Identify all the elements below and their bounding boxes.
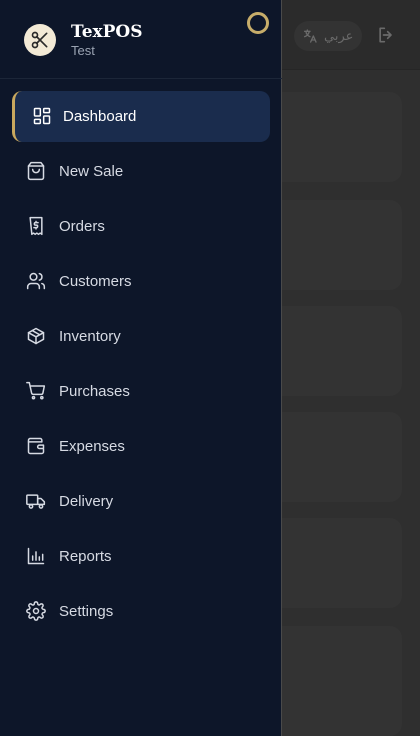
menu-item-label: Reports (59, 548, 112, 565)
menu-item-dashboard[interactable]: Dashboard (12, 91, 270, 142)
brand-name: TexPOS (71, 22, 143, 42)
menu-item-reports[interactable]: Reports (12, 531, 270, 582)
truck-icon (26, 491, 48, 513)
logout-icon[interactable] (376, 25, 398, 47)
wallet-icon (26, 436, 48, 458)
menu-item-settings[interactable]: Settings (12, 586, 270, 637)
brand-subtitle: Test (71, 43, 95, 58)
box-icon (26, 326, 48, 348)
menu-item-inventory[interactable]: Inventory (12, 311, 270, 362)
brand-header: TexPOS Test (0, 0, 282, 79)
menu-item-delivery[interactable]: Delivery (12, 476, 270, 527)
cart-icon (26, 381, 48, 403)
close-drawer-icon[interactable] (247, 12, 269, 34)
menu-item-label: Orders (59, 218, 105, 235)
menu-item-label: Delivery (59, 493, 114, 510)
menu-item-label: Dashboard (63, 108, 137, 125)
menu-item-label: Inventory (59, 328, 121, 345)
menu-item-label: Purchases (59, 383, 130, 400)
menu-item-label: Settings (59, 603, 114, 620)
menu-item-label: Expenses (59, 438, 125, 455)
users-icon (26, 271, 48, 293)
shopping-bag-icon (26, 161, 48, 183)
menu-item-label: New Sale (59, 163, 124, 180)
gear-icon (26, 601, 48, 623)
menu-item-purchases[interactable]: Purchases (12, 366, 270, 417)
menu-item-new-sale[interactable]: New Sale (12, 146, 270, 197)
bar-chart-icon (26, 546, 48, 568)
menu-item-label: Customers (59, 273, 132, 290)
translate-icon (302, 28, 318, 44)
menu-item-orders[interactable]: Orders (12, 201, 270, 252)
language-toggle-button[interactable]: عربي (294, 21, 362, 51)
language-label: عربي (324, 28, 354, 44)
navigation-drawer: TexPOS Test Dashboard New Sale Orders Cu… (0, 0, 282, 736)
logo-scissors-icon (24, 24, 56, 56)
menu-item-customers[interactable]: Customers (12, 256, 270, 307)
receipt-icon (26, 216, 48, 238)
dashboard-icon (32, 106, 54, 128)
menu-item-expenses[interactable]: Expenses (12, 421, 270, 472)
